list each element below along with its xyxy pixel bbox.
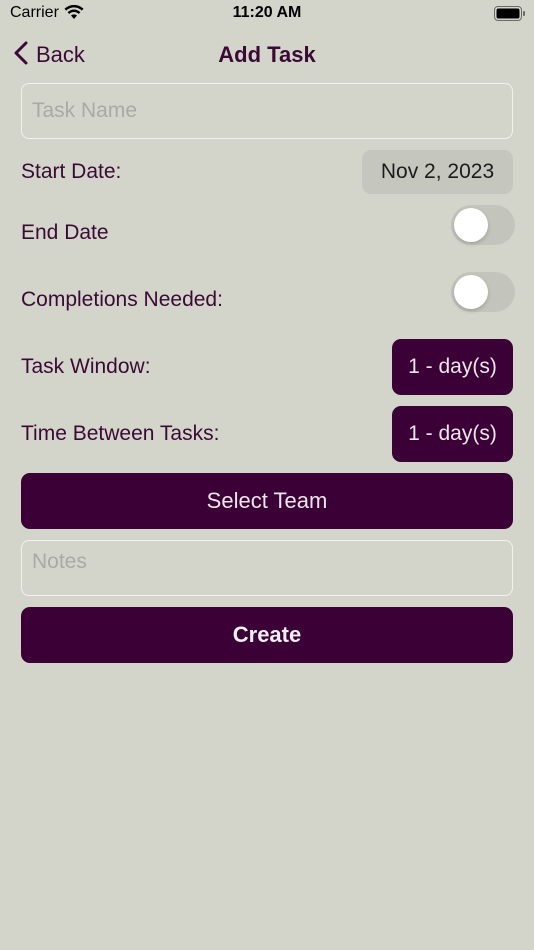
toggle-knob <box>454 275 488 309</box>
time-between-tasks-button[interactable]: 1 - day(s) <box>392 406 513 462</box>
navigation-bar: Back Add Task <box>0 36 534 74</box>
page-title: Add Task <box>218 42 316 67</box>
notes-input[interactable] <box>21 540 513 596</box>
start-date-label: Start Date: <box>21 160 122 183</box>
task-name-input[interactable] <box>21 83 513 139</box>
clock: 11:20 AM <box>232 4 302 21</box>
completions-needed-toggle[interactable] <box>451 272 515 312</box>
task-window-label: Task Window: <box>21 355 151 378</box>
completions-needed-label: Completions Needed: <box>21 288 223 311</box>
time-between-tasks-label: Time Between Tasks: <box>21 422 220 445</box>
create-button[interactable]: Create <box>21 607 513 663</box>
end-date-toggle[interactable] <box>451 205 515 245</box>
task-window-button[interactable]: 1 - day(s) <box>392 339 513 395</box>
end-date-label: End Date <box>21 221 109 244</box>
start-date-picker[interactable]: Nov 2, 2023 <box>362 150 513 194</box>
status-bar: Carrier 11:20 AM <box>0 0 534 28</box>
toggle-knob <box>454 208 488 242</box>
battery-icon <box>494 6 526 26</box>
select-team-button[interactable]: Select Team <box>21 473 513 529</box>
